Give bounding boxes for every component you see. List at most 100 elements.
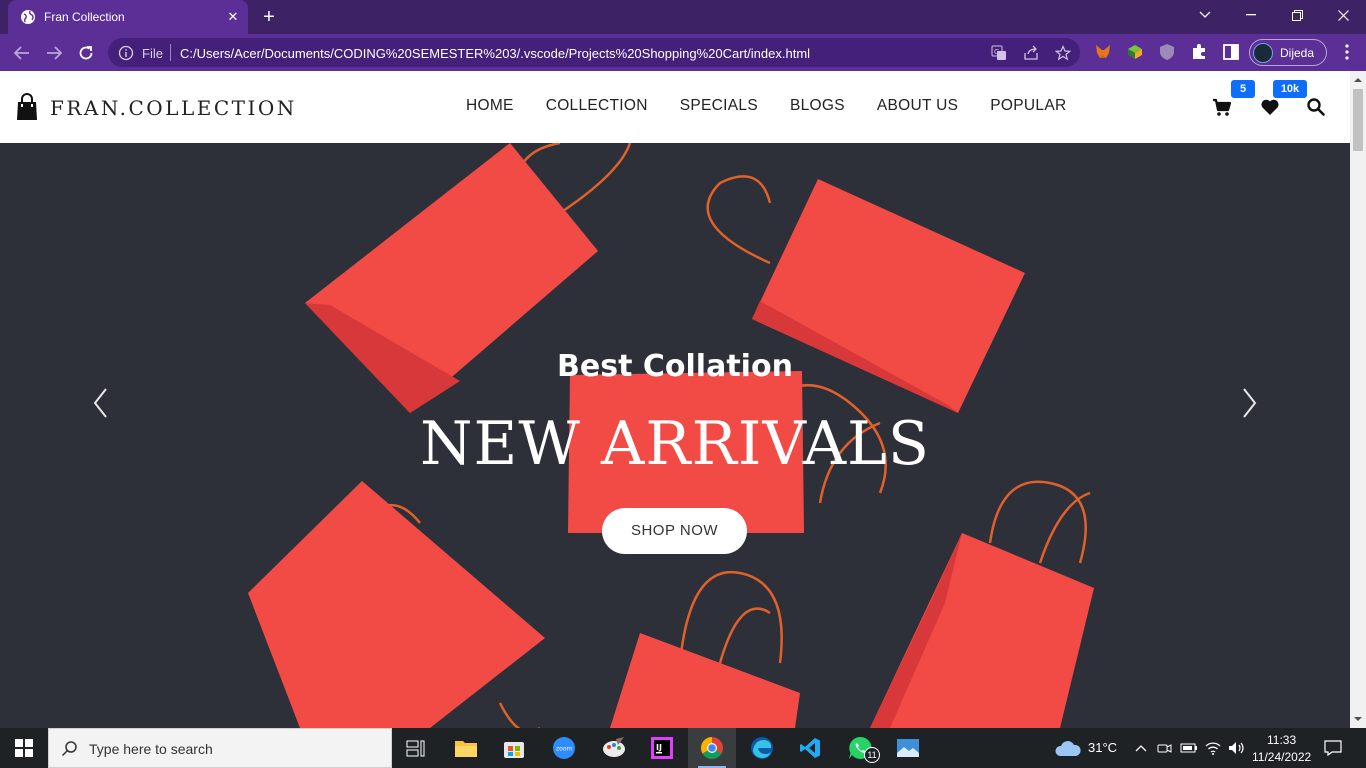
restore-icon bbox=[1291, 9, 1303, 21]
site-header: FRAN.COLLECTION HOME COLLECTION SPECIALS… bbox=[0, 71, 1350, 143]
cart-icon[interactable] bbox=[1212, 97, 1232, 117]
side-panel-icon[interactable] bbox=[1222, 43, 1240, 61]
extensions-puzzle-icon[interactable] bbox=[1190, 43, 1208, 61]
nav-popular[interactable]: POPULAR bbox=[990, 97, 1066, 115]
translate-icon[interactable]: G bbox=[990, 44, 1008, 62]
close-icon bbox=[1337, 9, 1349, 21]
search-placeholder: Type here to search bbox=[89, 741, 213, 757]
more-menu-icon[interactable] bbox=[1338, 43, 1356, 61]
scroll-thumb[interactable] bbox=[1353, 89, 1363, 151]
minimize-button[interactable] bbox=[1228, 0, 1274, 30]
extension-cube-icon[interactable] bbox=[1126, 43, 1144, 61]
clock-date[interactable]: 11/24/2022 bbox=[1252, 750, 1311, 764]
edge-icon bbox=[751, 737, 773, 759]
store-icon bbox=[504, 742, 524, 758]
hero-carousel: Best Collation NEW ARRIVALS SHOP NOW bbox=[0, 143, 1350, 728]
url-text[interactable]: C:/Users/Acer/Documents/CODING%20SEMESTE… bbox=[180, 46, 810, 61]
taskbar-chrome[interactable] bbox=[688, 728, 736, 768]
taskbar-whatsapp[interactable]: 11 bbox=[836, 728, 884, 768]
weather-temperature[interactable]: 31°C bbox=[1088, 740, 1117, 755]
taskbar-paint[interactable] bbox=[590, 728, 638, 768]
page-scrollbar[interactable] bbox=[1350, 71, 1366, 728]
taskbar-zoom[interactable]: zoom bbox=[540, 728, 588, 768]
start-button[interactable] bbox=[0, 728, 48, 768]
clock-time[interactable]: 11:33 bbox=[1267, 733, 1296, 747]
taskbar-photos[interactable] bbox=[884, 728, 932, 768]
avatar bbox=[1253, 43, 1273, 63]
browser-toolbar: File C:/Users/Acer/Documents/CODING%20SE… bbox=[0, 34, 1366, 71]
chevron-down-icon bbox=[1199, 11, 1211, 18]
taskbar-file-explorer[interactable] bbox=[442, 728, 490, 768]
metamask-extension-icon[interactable] bbox=[1094, 43, 1112, 61]
zoom-icon: zoom bbox=[553, 737, 575, 759]
shop-now-button[interactable]: SHOP NOW bbox=[602, 508, 747, 554]
volume-icon[interactable] bbox=[1228, 739, 1246, 757]
meet-now-icon[interactable] bbox=[1156, 739, 1174, 757]
whatsapp-unread-badge: 11 bbox=[864, 747, 880, 763]
nav-specials[interactable]: SPECIALS bbox=[680, 97, 758, 115]
profile-button[interactable]: Dijeda bbox=[1249, 39, 1327, 66]
task-view-button[interactable] bbox=[392, 728, 440, 768]
shield-extension-icon[interactable] bbox=[1158, 43, 1176, 61]
bookmark-star-icon[interactable] bbox=[1054, 44, 1072, 62]
heart-icon[interactable] bbox=[1260, 97, 1280, 117]
scroll-up-icon[interactable] bbox=[1354, 76, 1362, 84]
nav-collection[interactable]: COLLECTION bbox=[546, 97, 648, 115]
search-icon[interactable] bbox=[1306, 97, 1326, 117]
web-page: FRAN.COLLECTION HOME COLLECTION SPECIALS… bbox=[0, 71, 1350, 728]
cart-count-badge: 5 bbox=[1231, 80, 1255, 98]
hero-subtitle: Best Collation bbox=[557, 349, 793, 384]
taskbar-store[interactable] bbox=[490, 728, 538, 768]
search-icon bbox=[61, 741, 77, 757]
nav-blogs[interactable]: BLOGS bbox=[790, 97, 845, 115]
hero-title: NEW ARRIVALS bbox=[420, 409, 930, 479]
tab-search-button[interactable] bbox=[1182, 0, 1228, 30]
profile-name: Dijeda bbox=[1280, 46, 1315, 60]
battery-icon[interactable] bbox=[1180, 739, 1198, 757]
restore-button[interactable] bbox=[1274, 0, 1320, 30]
share-icon[interactable] bbox=[1022, 44, 1040, 62]
paint-palette-icon bbox=[603, 737, 625, 757]
browser-tab[interactable]: Fran Collection ✕ bbox=[8, 0, 248, 34]
taskbar-vscode[interactable] bbox=[786, 728, 834, 768]
folder-icon bbox=[455, 741, 477, 757]
chrome-icon bbox=[701, 737, 723, 759]
new-tab-button[interactable]: + bbox=[258, 6, 280, 28]
windows-logo-icon bbox=[15, 739, 33, 757]
taskbar-search-box[interactable]: Type here to search bbox=[48, 728, 392, 768]
windows-taskbar: Type here to search zoom IJ 11 31°C 11:3… bbox=[0, 728, 1366, 768]
tab-close-icon[interactable]: ✕ bbox=[224, 8, 242, 26]
omnibox-divider bbox=[170, 44, 171, 61]
weather-cloud-icon[interactable] bbox=[1054, 740, 1082, 758]
arrow-left-icon bbox=[14, 46, 29, 60]
scroll-down-icon[interactable] bbox=[1354, 715, 1362, 723]
photos-icon bbox=[897, 739, 919, 757]
show-hidden-icons[interactable] bbox=[1132, 739, 1150, 757]
forward-button[interactable] bbox=[42, 41, 66, 65]
globe-icon bbox=[21, 10, 35, 24]
notifications-icon[interactable] bbox=[1324, 739, 1342, 757]
site-logo-text[interactable]: FRAN.COLLECTION bbox=[50, 96, 297, 120]
taskbar-intellij[interactable]: IJ bbox=[638, 728, 686, 768]
back-button[interactable] bbox=[10, 41, 34, 65]
wishlist-count-badge: 10k bbox=[1273, 80, 1307, 98]
chevron-up-icon bbox=[1135, 745, 1147, 752]
shopping-bag-logo-icon[interactable] bbox=[16, 93, 38, 121]
intellij-icon: IJ bbox=[651, 737, 673, 759]
taskbar-edge[interactable] bbox=[738, 728, 786, 768]
task-view-icon bbox=[406, 740, 425, 757]
svg-text:zoom: zoom bbox=[556, 746, 572, 753]
reload-button[interactable] bbox=[74, 41, 98, 65]
address-bar[interactable]: File C:/Users/Acer/Documents/CODING%20SE… bbox=[108, 38, 1080, 67]
wifi-icon[interactable] bbox=[1204, 739, 1222, 757]
tab-title: Fran Collection bbox=[44, 10, 125, 24]
nav-about-us[interactable]: ABOUT US bbox=[877, 97, 958, 115]
info-icon[interactable] bbox=[118, 45, 134, 61]
svg-text:IJ: IJ bbox=[656, 743, 662, 752]
nav-home[interactable]: HOME bbox=[466, 97, 514, 115]
close-window-button[interactable] bbox=[1320, 0, 1366, 30]
arrow-right-icon bbox=[47, 46, 62, 60]
vscode-icon bbox=[800, 738, 820, 758]
scheme-label: File bbox=[142, 46, 163, 61]
svg-text:G: G bbox=[994, 48, 999, 56]
